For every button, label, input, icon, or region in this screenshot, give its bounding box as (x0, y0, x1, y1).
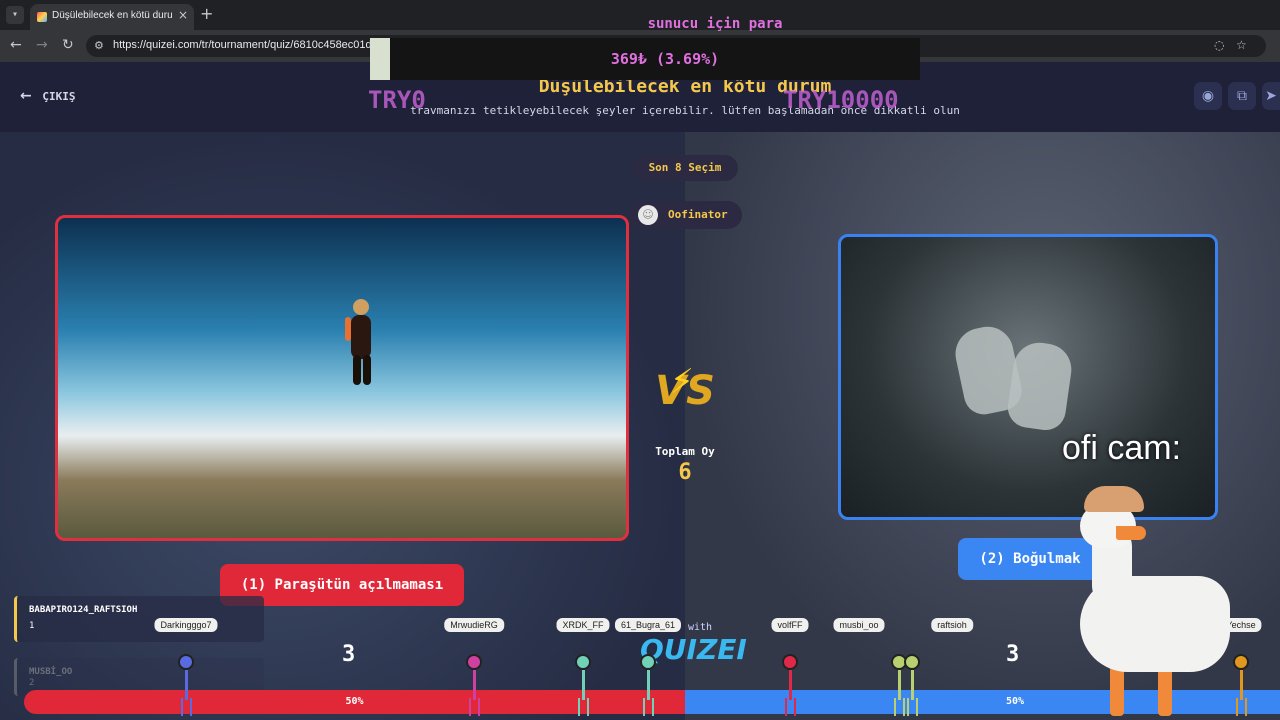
voter-head (466, 654, 482, 670)
voter-leg (1236, 698, 1238, 716)
voter-head (782, 654, 798, 670)
voter-body (898, 670, 901, 700)
last-choices-badge: Son 8 Seçim (632, 155, 738, 181)
voter-name-tag: Darkingggo7 (154, 618, 218, 632)
voter-body (1240, 670, 1243, 700)
tab-search-icon[interactable]: ▾ (6, 6, 24, 24)
donation-min: TRY0 (368, 86, 426, 114)
leader-name: MUSBİ_OO (29, 667, 73, 677)
voter-head (1233, 654, 1249, 670)
voter-leg (643, 698, 645, 716)
goose-mascot (1062, 486, 1232, 720)
vote-count-left: 3 (342, 642, 356, 667)
voter-body (185, 670, 188, 700)
voter-name-tag: musbi_oo (833, 618, 885, 632)
goose-cap (1084, 486, 1144, 512)
bookmark-star-icon[interactable]: ☆ (1236, 38, 1247, 52)
leader-score: 2 (29, 678, 35, 688)
site-info-icon[interactable]: ⚙ (94, 39, 104, 52)
voter-name-tag: volfFF (771, 618, 809, 632)
voter-head (904, 654, 920, 670)
voter-leg (903, 698, 905, 716)
total-votes-value: 6 (678, 460, 692, 485)
donation-value: 369₺ (3.69%) (610, 50, 720, 68)
goose-leg (1110, 666, 1124, 716)
lightning-icon: ⚡ (670, 362, 694, 402)
url-text[interactable]: https://quizei.com/tr/tournament/quiz/68… (113, 39, 386, 51)
option-left-image[interactable] (55, 215, 629, 541)
voter-leg (652, 698, 654, 716)
donation-label: sunucu için para (647, 16, 783, 32)
option-right-image[interactable] (838, 234, 1218, 520)
goose-beak (1116, 526, 1146, 540)
goose-leg (1158, 666, 1172, 716)
voter-body (789, 670, 792, 700)
voter-leg (478, 698, 480, 716)
voter-body (911, 670, 914, 700)
chooser-name: Oofinator (668, 208, 728, 221)
reload-icon[interactable]: ↻ (62, 37, 74, 53)
forward-icon[interactable]: → (36, 37, 48, 53)
avatar: ☺ (638, 205, 658, 225)
back-icon[interactable]: ← (10, 37, 22, 53)
voter-head (640, 654, 656, 670)
voter-leg (181, 698, 183, 716)
voter-leg (916, 698, 918, 716)
skydiver-figure (345, 299, 371, 385)
quizei-logo: QUIZEI (640, 633, 747, 666)
vote-percent-left: 50% (345, 696, 364, 707)
voter-name-tag: raftsioh (931, 618, 973, 632)
voter-name-tag: XRDK_FF (556, 618, 610, 632)
donation-widget: sunucu için para 369₺ (3.69%) (370, 0, 920, 80)
browser-tab[interactable]: Düşülebilecek en kötü durum - × (30, 4, 194, 30)
voter-leg (587, 698, 589, 716)
voter-body (473, 670, 476, 700)
overlay-caption: ofi cam: (1062, 429, 1182, 467)
vote-count-right: 3 (1006, 642, 1020, 667)
tab-title: Düşülebilecek en kötü durum - (52, 10, 172, 21)
leader-name: BABAPIRO124_RAFTSIOH (29, 605, 138, 615)
new-tab-icon[interactable]: + (200, 4, 213, 23)
voter-head (178, 654, 194, 670)
eye-off-icon[interactable]: ◌ (1214, 38, 1224, 52)
voter-leg (190, 698, 192, 716)
voter-body (647, 670, 650, 700)
chooser-badge: ☺ Oofinator (628, 201, 742, 229)
quiz-app: ← ÇIKIŞ Düşülebilecek en kötü durum trav… (0, 62, 1280, 720)
total-votes-label: Toplam Oy (655, 445, 715, 458)
voter-leg (794, 698, 796, 716)
voter-leg (1245, 698, 1247, 716)
send-icon[interactable]: ➤ (1262, 82, 1280, 110)
close-icon[interactable]: × (178, 8, 188, 22)
leaderboard-item: BABAPIRO124_RAFTSIOH 1 (14, 596, 264, 642)
voter-body (582, 670, 585, 700)
voter-leg (469, 698, 471, 716)
hand-shape (1005, 339, 1075, 433)
voter-name-tag: 61_Bugra_61 (614, 618, 682, 632)
voter-name-tag: MrwudieRG (444, 618, 504, 632)
voter-leg (578, 698, 580, 716)
leader-score: 1 (29, 621, 35, 631)
voter-leg (785, 698, 787, 716)
voter-leg (894, 698, 896, 716)
favicon-icon (37, 12, 47, 22)
voter-leg (907, 698, 909, 716)
donation-max: TRY10000 (783, 86, 899, 114)
quiz-warning: travmanızı tetikleyebilecek şeyler içere… (410, 104, 960, 117)
brand-with-text: with (688, 622, 713, 633)
voter-head (575, 654, 591, 670)
share-icon[interactable]: ⧉ (1228, 82, 1256, 110)
donation-progress: 369₺ (3.69%) (370, 38, 920, 80)
eye-icon[interactable]: ◉ (1194, 82, 1222, 110)
